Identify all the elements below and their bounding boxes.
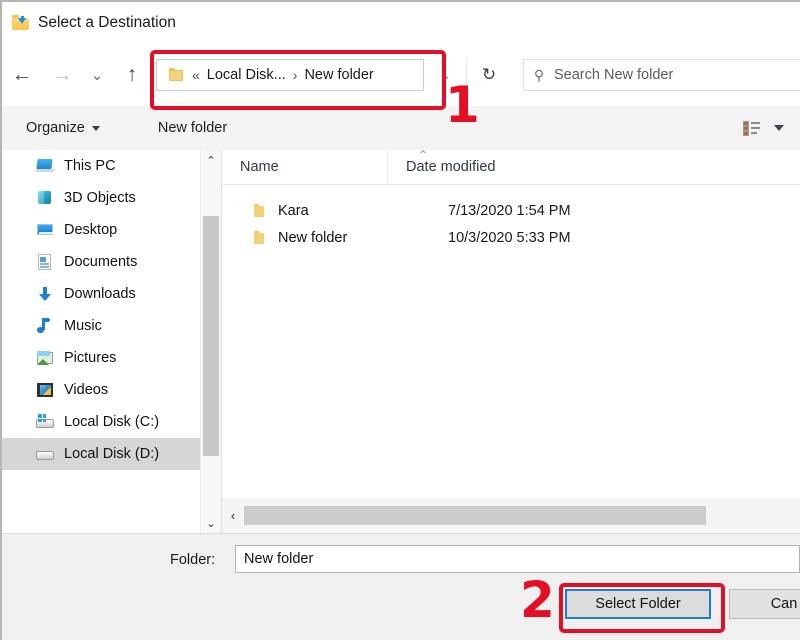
- annotation-step-1: 1: [445, 80, 480, 130]
- scroll-left-icon[interactable]: ‹: [222, 508, 244, 523]
- file-list-pane: Name Date modified ⌃ Kara 7/13/2020 1:54…: [221, 150, 800, 498]
- new-folder-label: New folder: [158, 120, 227, 136]
- sidebar-item-videos[interactable]: Videos: [2, 374, 200, 406]
- sidebar-item-pictures[interactable]: Pictures: [2, 342, 200, 374]
- file-name: New folder: [278, 230, 401, 246]
- sidebar-item-3d-objects[interactable]: 3D Objects: [2, 182, 200, 214]
- navigation-pane: This PC 3D Objects Desktop Documents Dow…: [2, 150, 200, 533]
- documents-icon: [36, 254, 54, 270]
- sidebar-item-local-disk-d[interactable]: Local Disk (D:): [2, 438, 200, 470]
- cancel-button[interactable]: Can: [729, 589, 800, 619]
- sidebar-item-label: Desktop: [64, 222, 117, 238]
- scrollbar-thumb[interactable]: [203, 216, 219, 456]
- pictures-icon: [36, 350, 54, 366]
- sidebar-item-label: Downloads: [64, 286, 136, 302]
- search-input[interactable]: ⚲ Search New folder: [523, 59, 800, 91]
- folder-download-icon: [12, 15, 30, 31]
- forward-button[interactable]: →: [42, 52, 82, 98]
- navigation-bar: ← → ⌄ ↑ « Local Disk... › New folder ⌄ ↻…: [2, 44, 800, 106]
- 3d-objects-icon: [36, 190, 54, 206]
- up-button[interactable]: ↑: [112, 52, 152, 98]
- breadcrumb-item-local-disk[interactable]: Local Disk...: [207, 67, 286, 83]
- sidebar-item-label: Music: [64, 318, 102, 334]
- address-bar[interactable]: « Local Disk... › New folder: [156, 59, 424, 91]
- scroll-up-icon[interactable]: ⌃: [201, 150, 221, 170]
- column-header-row: Name Date modified ⌃: [222, 150, 800, 185]
- breadcrumb-folder-icon: [169, 68, 185, 82]
- search-icon: ⚲: [524, 67, 554, 84]
- file-list-horizontal-scrollbar[interactable]: ‹: [221, 498, 800, 533]
- hscrollbar-thumb[interactable]: [244, 506, 706, 525]
- chevron-down-icon: [92, 126, 100, 131]
- sort-ascending-icon: ⌃: [418, 148, 428, 162]
- file-date-modified: 10/3/2020 5:33 PM: [413, 230, 571, 246]
- search-placeholder: Search New folder: [554, 67, 673, 83]
- title-bar: Select a Destination: [2, 2, 800, 44]
- local-disk-d-icon: [36, 446, 54, 462]
- sidebar-item-local-disk-c[interactable]: Local Disk (C:): [2, 406, 200, 438]
- file-date-modified: 7/13/2020 1:54 PM: [413, 203, 571, 219]
- folder-icon: [252, 231, 266, 245]
- file-name: Kara: [278, 203, 401, 219]
- folder-icon: [252, 204, 266, 218]
- annotation-step-2: 2: [520, 575, 555, 625]
- sidebar-item-label: 3D Objects: [64, 190, 136, 206]
- downloads-icon: [36, 286, 54, 302]
- details-view-icon[interactable]: [743, 121, 760, 136]
- view-options: [743, 121, 800, 136]
- organize-button[interactable]: Organize: [16, 120, 110, 136]
- sidebar-item-label: Documents: [64, 254, 137, 270]
- view-dropdown-icon[interactable]: [774, 125, 784, 131]
- this-pc-icon: [36, 158, 54, 174]
- select-destination-dialog: Select a Destination ← → ⌄ ↑ « Local Dis…: [0, 0, 800, 640]
- music-icon: [36, 318, 54, 334]
- column-header-name[interactable]: Name: [222, 150, 387, 184]
- sidebar-item-label: This PC: [64, 158, 116, 174]
- breadcrumb-item-new-folder[interactable]: New folder: [304, 67, 373, 83]
- back-button[interactable]: ←: [2, 52, 42, 98]
- table-row[interactable]: New folder 10/3/2020 5:33 PM: [222, 224, 800, 251]
- sidebar-item-label: Pictures: [64, 350, 116, 366]
- sidebar-item-this-pc[interactable]: This PC: [2, 150, 200, 182]
- new-folder-button[interactable]: New folder: [148, 120, 237, 136]
- breadcrumb-separator: ›: [286, 67, 305, 83]
- sidebar-item-label: Local Disk (D:): [64, 446, 159, 462]
- sidebar-item-desktop[interactable]: Desktop: [2, 214, 200, 246]
- recent-locations-button[interactable]: ⌄: [82, 52, 112, 98]
- videos-icon: [36, 382, 54, 398]
- folder-field-label: Folder:: [170, 552, 215, 568]
- organize-label: Organize: [26, 120, 85, 136]
- scroll-down-icon[interactable]: ⌄: [201, 513, 221, 533]
- sidebar-item-documents[interactable]: Documents: [2, 246, 200, 278]
- sidebar-item-downloads[interactable]: Downloads: [2, 278, 200, 310]
- folder-name-input[interactable]: New folder: [235, 545, 800, 573]
- select-folder-button[interactable]: Select Folder: [565, 589, 711, 619]
- table-row[interactable]: Kara 7/13/2020 1:54 PM: [222, 197, 800, 224]
- breadcrumb-overflow[interactable]: «: [185, 67, 207, 83]
- sidebar-item-music[interactable]: Music: [2, 310, 200, 342]
- window-title: Select a Destination: [38, 14, 176, 32]
- sidebar-item-label: Local Disk (C:): [64, 414, 159, 430]
- sidebar-scrollbar[interactable]: ⌃ ⌄: [200, 150, 221, 533]
- desktop-icon: [36, 222, 54, 238]
- command-bar: Organize New folder: [2, 106, 800, 151]
- sidebar-item-label: Videos: [64, 382, 108, 398]
- local-disk-c-icon: [36, 414, 54, 430]
